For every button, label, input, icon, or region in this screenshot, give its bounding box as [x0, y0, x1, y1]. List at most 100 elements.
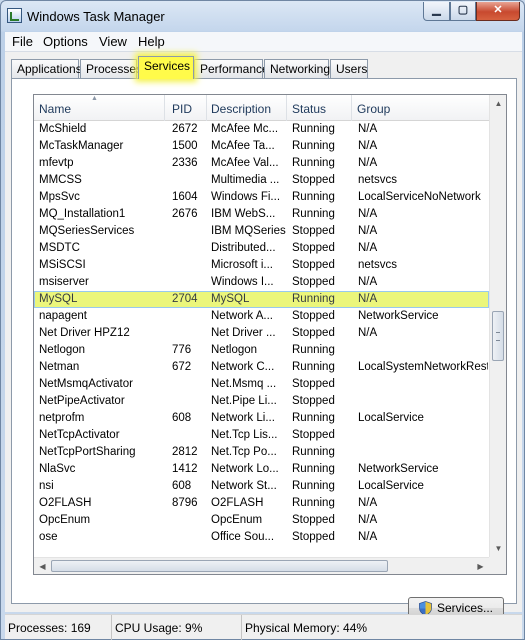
cell-status: Running	[292, 497, 335, 509]
service-row[interactable]: NlaSvc 1412 Network Lo... Running NetworkSer…	[34, 461, 489, 478]
cell-group: N/A	[358, 242, 378, 254]
scroll-right-arrow-icon[interactable]: ▶	[472, 558, 489, 574]
cell-status: Stopped	[292, 259, 335, 271]
cell-status: Stopped	[292, 276, 335, 288]
cell-pid: 1500	[172, 140, 198, 152]
menu-file[interactable]: File	[9, 34, 36, 49]
service-row[interactable]: MpsSvc 1604 Windows Fi... Running LocalServi…	[34, 189, 489, 206]
window-title: Windows Task Manager	[27, 9, 165, 24]
cell-status: Stopped	[292, 327, 335, 339]
cell-description: Network Lo...	[211, 463, 279, 475]
cell-name: Net Driver HPZ12	[39, 327, 130, 339]
maximize-button[interactable]: ▢	[450, 2, 476, 21]
service-row[interactable]: NetTcpActivator Net.Tcp Lis... Stopped	[34, 427, 489, 444]
service-row[interactable]: mfevtp 2336 McAfee Val... Running N/A	[34, 155, 489, 172]
task-manager-window: Windows Task Manager ▁ ▢ ✕ File Options …	[0, 0, 525, 640]
tab-processes[interactable]: Processes	[80, 59, 142, 78]
cell-group: N/A	[358, 123, 378, 135]
cell-name: NlaSvc	[39, 463, 76, 475]
column-description[interactable]: Description	[206, 95, 287, 121]
service-row[interactable]: MySQL 2704 MySQL Running N/A	[34, 291, 489, 308]
close-button[interactable]: ✕	[476, 2, 520, 21]
service-row[interactable]: MSDTC Distributed... Stopped N/A	[34, 240, 489, 257]
services-list[interactable]: Name ▲ PID Description Status Group McSh…	[33, 94, 507, 575]
service-row[interactable]: msiserver Windows I... Stopped N/A	[34, 274, 489, 291]
scroll-down-arrow-icon[interactable]: ▼	[490, 540, 506, 557]
cell-status: Running	[292, 293, 335, 305]
scroll-up-arrow-icon[interactable]: ▲	[490, 95, 506, 112]
services-button-label: Services...	[437, 601, 494, 615]
horizontal-scroll-thumb[interactable]	[51, 560, 388, 572]
client-area: Applications Processes Services Performa…	[5, 52, 522, 619]
service-row[interactable]: nsi 608 Network St... Running LocalService	[34, 478, 489, 495]
service-row[interactable]: O2FLASH 8796 O2FLASH Running N/A	[34, 495, 489, 512]
cell-description: Network A...	[211, 310, 273, 322]
column-group[interactable]: Group	[352, 95, 489, 121]
cell-description: OpcEnum	[211, 514, 263, 526]
service-row[interactable]: NetMsmqActivator Net.Msmq ... Stopped	[34, 376, 489, 393]
cell-status: Stopped	[292, 225, 335, 237]
service-row[interactable]: NetTcpPortSharing 2812 Net.Tcp Po... Runnin…	[34, 444, 489, 461]
status-cpu-usage: CPU Usage: 9%	[112, 615, 242, 640]
cell-name: OpcEnum	[39, 514, 91, 526]
cell-description: MySQL	[211, 293, 250, 305]
service-row[interactable]: napagent Network A... Stopped NetworkServic…	[34, 308, 489, 325]
cell-name: napagent	[39, 310, 87, 322]
cell-description: Multimedia ...	[211, 174, 280, 186]
cell-name: msiserver	[39, 276, 89, 288]
minimize-button[interactable]: ▁	[423, 2, 450, 21]
cell-status: Stopped	[292, 514, 335, 526]
service-row[interactable]: NetPipeActivator Net.Pipe Li... Stopped	[34, 393, 489, 410]
cell-name: MQ_Installation1	[39, 208, 126, 220]
cell-description: McAfee Ta...	[211, 140, 275, 152]
service-row[interactable]: MQ_Installation1 2676 IBM WebS... Running N/…	[34, 206, 489, 223]
horizontal-scrollbar[interactable]: ◀ ▶	[34, 557, 489, 574]
service-row[interactable]: MMCSS Multimedia ... Stopped netsvcs	[34, 172, 489, 189]
cell-status: Stopped	[292, 310, 335, 322]
cell-group: N/A	[358, 225, 378, 237]
column-pid[interactable]: PID	[167, 95, 207, 121]
menu-options[interactable]: Options	[40, 34, 91, 49]
scroll-left-arrow-icon[interactable]: ◀	[34, 558, 51, 574]
cell-group: LocalServiceNoNetwork	[358, 191, 481, 203]
service-row[interactable]: Net Driver HPZ12 Net Driver ... Stopped N/A	[34, 325, 489, 342]
services-tab-panel: Name ▲ PID Description Status Group McSh…	[11, 78, 517, 619]
menu-view[interactable]: View	[96, 34, 130, 49]
services-rows: McShield 2672 McAfee Mc... Running N/A McTask…	[34, 121, 489, 546]
title-bar[interactable]: Windows Task Manager ▁ ▢ ✕	[1, 1, 524, 32]
service-row[interactable]: netprofm 608 Network Li... Running LocalServ…	[34, 410, 489, 427]
column-status[interactable]: Status	[287, 95, 352, 121]
cell-name: ose	[39, 531, 58, 543]
tab-applications[interactable]: Applications	[11, 59, 82, 78]
service-row[interactable]: Netlogon 776 Netlogon Running	[34, 342, 489, 359]
service-row[interactable]: MQSeriesServices IBM MQSeries Stopped N/A	[34, 223, 489, 240]
cell-description: Net.Msmq ...	[211, 378, 277, 390]
cell-status: Running	[292, 412, 335, 424]
service-row[interactable]: OpcEnum OpcEnum Stopped N/A	[34, 512, 489, 529]
cell-group: N/A	[358, 293, 378, 305]
tab-performance[interactable]: Performance	[194, 59, 269, 78]
cell-description: Windows I...	[211, 276, 274, 288]
menu-help[interactable]: Help	[135, 34, 168, 49]
service-row[interactable]: McTaskManager 1500 McAfee Ta... Running N/A	[34, 138, 489, 155]
tab-services[interactable]: Services	[138, 56, 194, 79]
cell-description: IBM WebS...	[211, 208, 276, 220]
status-processes: Processes: 169	[5, 615, 112, 640]
service-row[interactable]: McShield 2672 McAfee Mc... Running N/A	[34, 121, 489, 138]
column-name[interactable]: Name ▲	[34, 95, 165, 121]
vertical-scrollbar[interactable]: ▲ ▼	[489, 95, 506, 557]
cell-group: netsvcs	[358, 259, 397, 271]
tab-users[interactable]: Users	[330, 59, 368, 78]
service-row[interactable]: MSiSCSI Microsoft i... Stopped netsvcs	[34, 257, 489, 274]
service-row[interactable]: ose Office Sou... Stopped N/A	[34, 529, 489, 546]
vertical-scroll-thumb[interactable]	[492, 311, 504, 361]
cell-description: IBM MQSeries	[211, 225, 286, 237]
menu-bar: File Options View Help	[5, 32, 522, 52]
service-row[interactable]: Netman 672 Network C... Running LocalSystemN…	[34, 359, 489, 376]
tab-networking[interactable]: Networking	[264, 59, 330, 78]
cell-group: N/A	[358, 208, 378, 220]
status-bar: Processes: 169 CPU Usage: 9% Physical Me…	[5, 614, 522, 640]
cell-name: mfevtp	[39, 157, 74, 169]
cell-status: Stopped	[292, 242, 335, 254]
task-manager-app-icon[interactable]	[7, 8, 22, 23]
